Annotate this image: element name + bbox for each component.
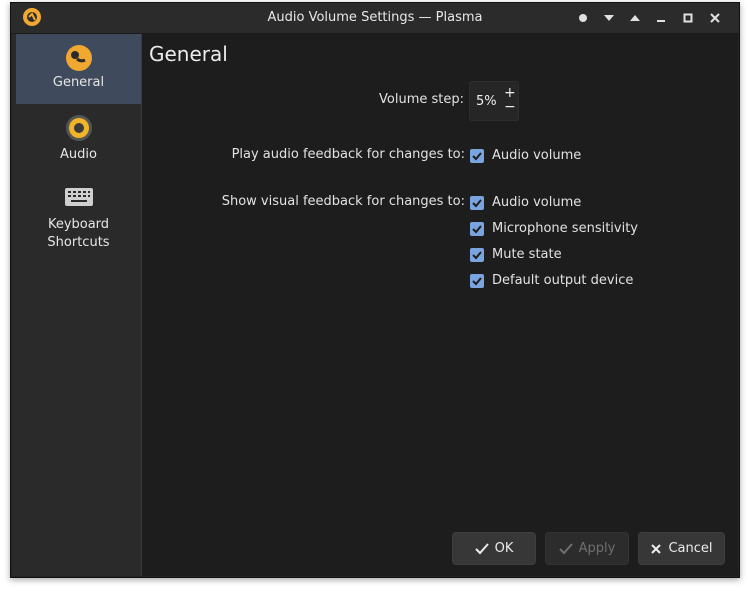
sidebar-item-label-line2: Shortcuts xyxy=(47,235,110,250)
checkbox-checked-icon[interactable] xyxy=(470,221,484,236)
checkbox-checked-icon[interactable] xyxy=(470,247,484,262)
minimize-icon[interactable] xyxy=(652,9,670,27)
volume-step-label: Volume step: xyxy=(379,92,464,107)
decrement-icon[interactable]: − xyxy=(504,100,516,114)
keyboard-icon xyxy=(64,186,94,208)
sidebar-item-label: General xyxy=(52,75,105,90)
maximize-icon[interactable] xyxy=(679,9,697,27)
visual-feedback-mute-checkbox[interactable]: Mute state xyxy=(470,247,562,262)
checkbox-label: Audio volume xyxy=(492,195,582,210)
speaker-icon xyxy=(65,114,93,142)
volume-step-value: 5% xyxy=(476,94,497,109)
main-panel: General Volume step: 5% + − Play audio f… xyxy=(142,34,738,576)
sidebar-item-general[interactable]: General xyxy=(16,34,141,104)
title-bar: Audio Volume Settings — Plasma xyxy=(11,3,739,34)
cancel-button[interactable]: Cancel xyxy=(638,532,725,565)
increment-icon[interactable]: + xyxy=(504,86,516,100)
chevron-down-icon[interactable] xyxy=(600,9,618,27)
visual-feedback-microphone-checkbox[interactable]: Microphone sensitivity xyxy=(470,221,638,236)
audio-feedback-volume-checkbox[interactable]: Audio volume xyxy=(470,148,581,163)
checkbox-checked-icon[interactable] xyxy=(470,273,484,288)
checkbox-checked-icon[interactable] xyxy=(470,148,484,163)
checkbox-label: Default output device xyxy=(492,273,634,288)
checkbox-label: Microphone sensitivity xyxy=(492,221,639,236)
close-icon[interactable] xyxy=(706,9,724,27)
checkbox-checked-icon[interactable] xyxy=(470,195,484,210)
visual-feedback-output-device-checkbox[interactable]: Default output device xyxy=(470,273,633,288)
close-icon xyxy=(651,543,662,554)
ok-button[interactable]: OK xyxy=(452,532,536,565)
apply-button[interactable]: Apply xyxy=(545,532,629,565)
checkbox-label: Mute state xyxy=(492,247,562,262)
visual-feedback-volume-checkbox[interactable]: Audio volume xyxy=(470,195,581,210)
sidebar-item-audio[interactable]: Audio xyxy=(16,108,141,170)
pin-icon[interactable] xyxy=(574,9,592,27)
chevron-up-icon[interactable] xyxy=(626,9,644,27)
sidebar-item-label: Audio xyxy=(60,147,97,162)
sidebar: General Audio Keyboard Shortcuts xyxy=(12,34,142,576)
sidebar-item-label-line1: Keyboard xyxy=(47,217,110,232)
checkbox-label: Audio volume xyxy=(492,148,582,163)
volume-step-spinbox[interactable]: 5% + − xyxy=(469,81,519,121)
checkmark-icon xyxy=(474,542,489,554)
general-volume-icon xyxy=(65,44,93,72)
sidebar-item-keyboard-shortcuts[interactable]: Keyboard Shortcuts xyxy=(16,180,141,260)
settings-window: Audio Volume Settings — Plasma General A… xyxy=(10,2,740,578)
apply-button-label: Apply xyxy=(578,541,616,556)
ok-button-label: OK xyxy=(494,541,514,556)
checkmark-icon xyxy=(558,542,573,554)
page-title: General xyxy=(149,42,228,66)
cancel-button-label: Cancel xyxy=(668,541,713,556)
visual-feedback-label: Show visual feedback for changes to: xyxy=(221,194,465,209)
audio-feedback-label: Play audio feedback for changes to: xyxy=(231,147,465,162)
